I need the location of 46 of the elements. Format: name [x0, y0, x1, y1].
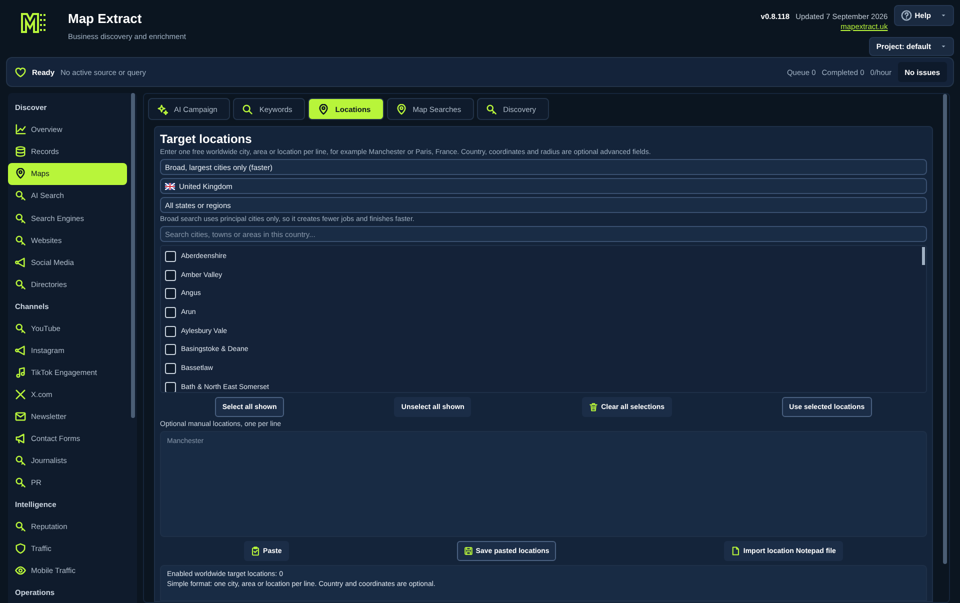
- shield-icon: [15, 542, 26, 554]
- envelope-icon: [15, 410, 26, 422]
- checkbox[interactable]: [165, 344, 176, 356]
- scrollbar[interactable]: [131, 93, 135, 418]
- magnifier-icon: [15, 476, 26, 488]
- scrollbar[interactable]: [922, 247, 925, 265]
- checkbox[interactable]: [165, 306, 176, 318]
- panel-title: Target locations: [160, 132, 253, 146]
- magnifier-icon: [15, 234, 26, 246]
- share-icon: [15, 256, 26, 268]
- app-title: Map Extract: [68, 11, 143, 26]
- x-icon: [15, 388, 26, 400]
- clipboard-icon: [251, 546, 260, 556]
- magnifier-icon: [15, 212, 26, 224]
- magnifier-icon: [15, 278, 26, 290]
- music-note-icon: [15, 366, 26, 378]
- megaphone-icon: [15, 432, 26, 444]
- checkbox[interactable]: [165, 270, 176, 281]
- heart-icon: [15, 66, 26, 78]
- magnifier-icon: [15, 322, 26, 334]
- magnifier-icon: [15, 454, 26, 466]
- search-icon: [242, 104, 254, 114]
- map-pin-icon: [15, 168, 26, 180]
- checkbox[interactable]: [165, 382, 176, 392]
- share-icon: [15, 344, 26, 356]
- database-icon: [15, 146, 26, 158]
- map-pin-icon: [396, 104, 407, 114]
- checkbox[interactable]: [165, 362, 176, 374]
- trash-icon: [589, 402, 598, 412]
- scrollbar[interactable]: [943, 94, 947, 564]
- checkbox[interactable]: [165, 326, 176, 337]
- magnifier-icon: [15, 190, 26, 202]
- map-pin-icon: [318, 104, 330, 114]
- caret-icon: [940, 43, 947, 50]
- floppy-disk-icon: [464, 546, 473, 556]
- chart-icon: [15, 124, 26, 136]
- sparkles-icon: [157, 104, 168, 114]
- document-icon: [731, 546, 740, 556]
- flag-icon: [165, 182, 175, 190]
- magnifier-icon: [486, 104, 498, 114]
- checkbox[interactable]: [165, 250, 176, 262]
- help-icon: [900, 10, 912, 21]
- checkbox[interactable]: [165, 288, 176, 300]
- caret-icon: [940, 12, 947, 19]
- magnifier-icon: [15, 520, 26, 532]
- eye-icon: [15, 564, 26, 576]
